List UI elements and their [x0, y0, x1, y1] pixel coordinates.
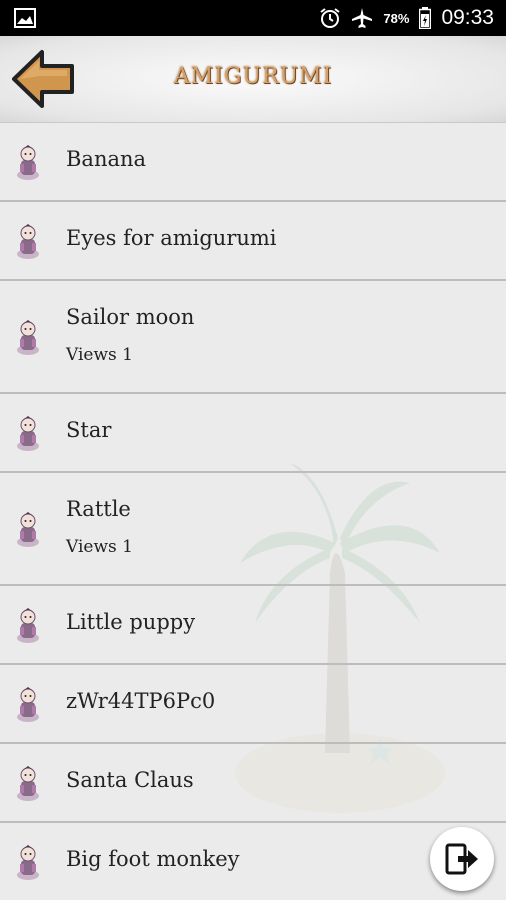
list-item[interactable]: zWr44TP6Pc0: [0, 665, 506, 744]
app-header: AMIGURUMI: [0, 36, 506, 123]
list-item-title: Santa Claus: [66, 768, 194, 792]
gallery-icon: [14, 8, 36, 28]
list-item[interactable]: Star: [0, 394, 506, 473]
list-item-title: Eyes for amigurumi: [66, 226, 277, 250]
list-item[interactable]: Santa Claus: [0, 744, 506, 823]
list-item-title: Banana: [66, 147, 147, 171]
status-bar: 78% 09:33: [0, 0, 506, 36]
page-title: AMIGURUMI: [173, 64, 333, 89]
list-item-views: Views 1: [66, 345, 133, 365]
list-item-title: Big foot monkey: [66, 847, 240, 871]
list-item[interactable]: Banana: [0, 123, 506, 202]
list-item-title: Sailor moon: [66, 305, 195, 329]
amigurumi-doll-icon: [17, 416, 39, 451]
list-item-title: Rattle: [66, 497, 131, 521]
amigurumi-doll-icon: [17, 320, 39, 355]
amigurumi-doll-icon: [17, 512, 39, 547]
airplane-mode-icon: [352, 8, 373, 28]
amigurumi-doll-icon: [17, 687, 39, 722]
list-item[interactable]: Little puppy: [0, 586, 506, 665]
pattern-list[interactable]: Banana Eyes for amigurumi Sailor moon Views…: [0, 123, 506, 900]
amigurumi-doll-icon: [17, 145, 39, 180]
list-item[interactable]: Sailor moon Views 1: [0, 281, 506, 394]
battery-percent: 78%: [383, 10, 410, 26]
clock: 09:33: [441, 6, 494, 29]
amigurumi-doll-icon: [17, 766, 39, 801]
list-item[interactable]: Eyes for amigurumi: [0, 202, 506, 281]
amigurumi-doll-icon: [17, 224, 39, 259]
exit-button[interactable]: [430, 827, 494, 891]
list-item[interactable]: Rattle Views 1: [0, 473, 506, 586]
amigurumi-doll-icon: [17, 845, 39, 880]
list-item-title: zWr44TP6Pc0: [66, 689, 216, 713]
alarm-icon: [320, 8, 341, 28]
list-item-title: Star: [66, 418, 112, 442]
battery-icon: [419, 7, 432, 29]
exit-icon: [445, 843, 478, 875]
list-item-title: Little puppy: [66, 610, 196, 634]
amigurumi-doll-icon: [17, 608, 39, 643]
list-item-views: Views 1: [66, 537, 133, 557]
